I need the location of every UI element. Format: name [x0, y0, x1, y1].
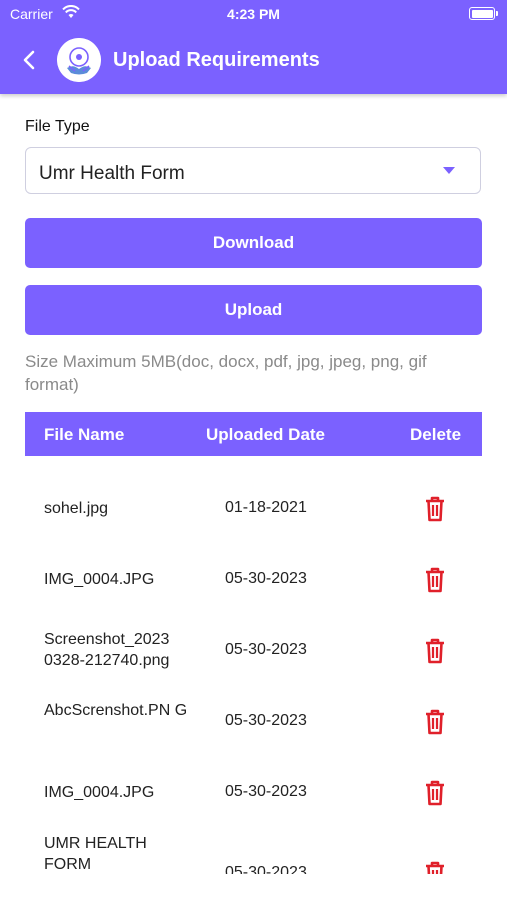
nav-bar: Upload Requirements — [0, 36, 507, 84]
trash-icon[interactable] — [424, 861, 446, 874]
clock: 4:23 PM — [227, 6, 280, 22]
file-name: sohel.jpg — [44, 500, 109, 517]
file-name: IMG_0004.JPG — [44, 571, 155, 588]
file-type-value: Umr Health Form — [39, 163, 185, 184]
upload-button[interactable]: Upload — [25, 285, 482, 335]
table-header: File Name Uploaded Date Delete — [25, 412, 482, 456]
uploaded-date: 05-30-2023 — [225, 864, 307, 874]
header-file-name: File Name — [44, 425, 125, 444]
table-row: IMG_0004.JPG 05-30-2023 — [25, 543, 482, 614]
status-bar: Carrier 4:23 PM — [0, 5, 507, 26]
file-name: AbcScrenshot.PN G — [44, 702, 188, 719]
app-header: Carrier 4:23 PM Upload Requirements — [0, 0, 507, 94]
file-type-label: File Type — [25, 118, 90, 135]
table-row: UMR HEALTH FORM 05-30-2023 — [25, 827, 482, 874]
file-name: Screenshot_2023 0328-212740.png — [44, 631, 170, 669]
file-type-select[interactable]: Umr Health Form — [25, 147, 481, 194]
uploaded-date: 05-30-2023 — [225, 641, 307, 658]
download-button[interactable]: Download — [25, 218, 482, 268]
uploaded-date: 05-30-2023 — [225, 570, 307, 587]
uploaded-date: 05-30-2023 — [225, 712, 307, 729]
chevron-left-icon[interactable] — [18, 48, 42, 72]
uploaded-date: 05-30-2023 — [225, 783, 307, 800]
size-hint: Size Maximum 5MB(doc, docx, pdf, jpg, jp… — [25, 352, 427, 394]
file-name: UMR HEALTH FORM — [44, 835, 147, 873]
handshake-logo-icon — [57, 38, 101, 82]
trash-icon[interactable] — [424, 567, 446, 593]
table-row: sohel.jpg 01-18-2021 — [25, 472, 482, 543]
trash-icon[interactable] — [424, 709, 446, 735]
table-row: AbcScrenshot.PN G 05-30-2023 — [25, 685, 482, 756]
battery-icon — [469, 7, 498, 20]
header-uploaded-date: Uploaded Date — [206, 425, 326, 444]
caret-down-icon — [443, 167, 455, 174]
table-row: IMG_0004.JPG 05-30-2023 — [25, 756, 482, 827]
page-title: Upload Requirements — [113, 49, 320, 71]
uploaded-date: 01-18-2021 — [225, 499, 307, 516]
trash-icon[interactable] — [424, 638, 446, 664]
uploaded-files-list[interactable]: sohel.jpg 01-18-2021 IMG_0004.JPG 05-30-… — [25, 456, 482, 874]
file-name: IMG_0004.JPG — [44, 784, 155, 801]
trash-icon[interactable] — [424, 496, 446, 522]
table-row: Screenshot_2023 0328-212740.png 05-30-20… — [25, 614, 482, 685]
header-delete: Delete — [410, 425, 462, 444]
trash-icon[interactable] — [424, 780, 446, 806]
